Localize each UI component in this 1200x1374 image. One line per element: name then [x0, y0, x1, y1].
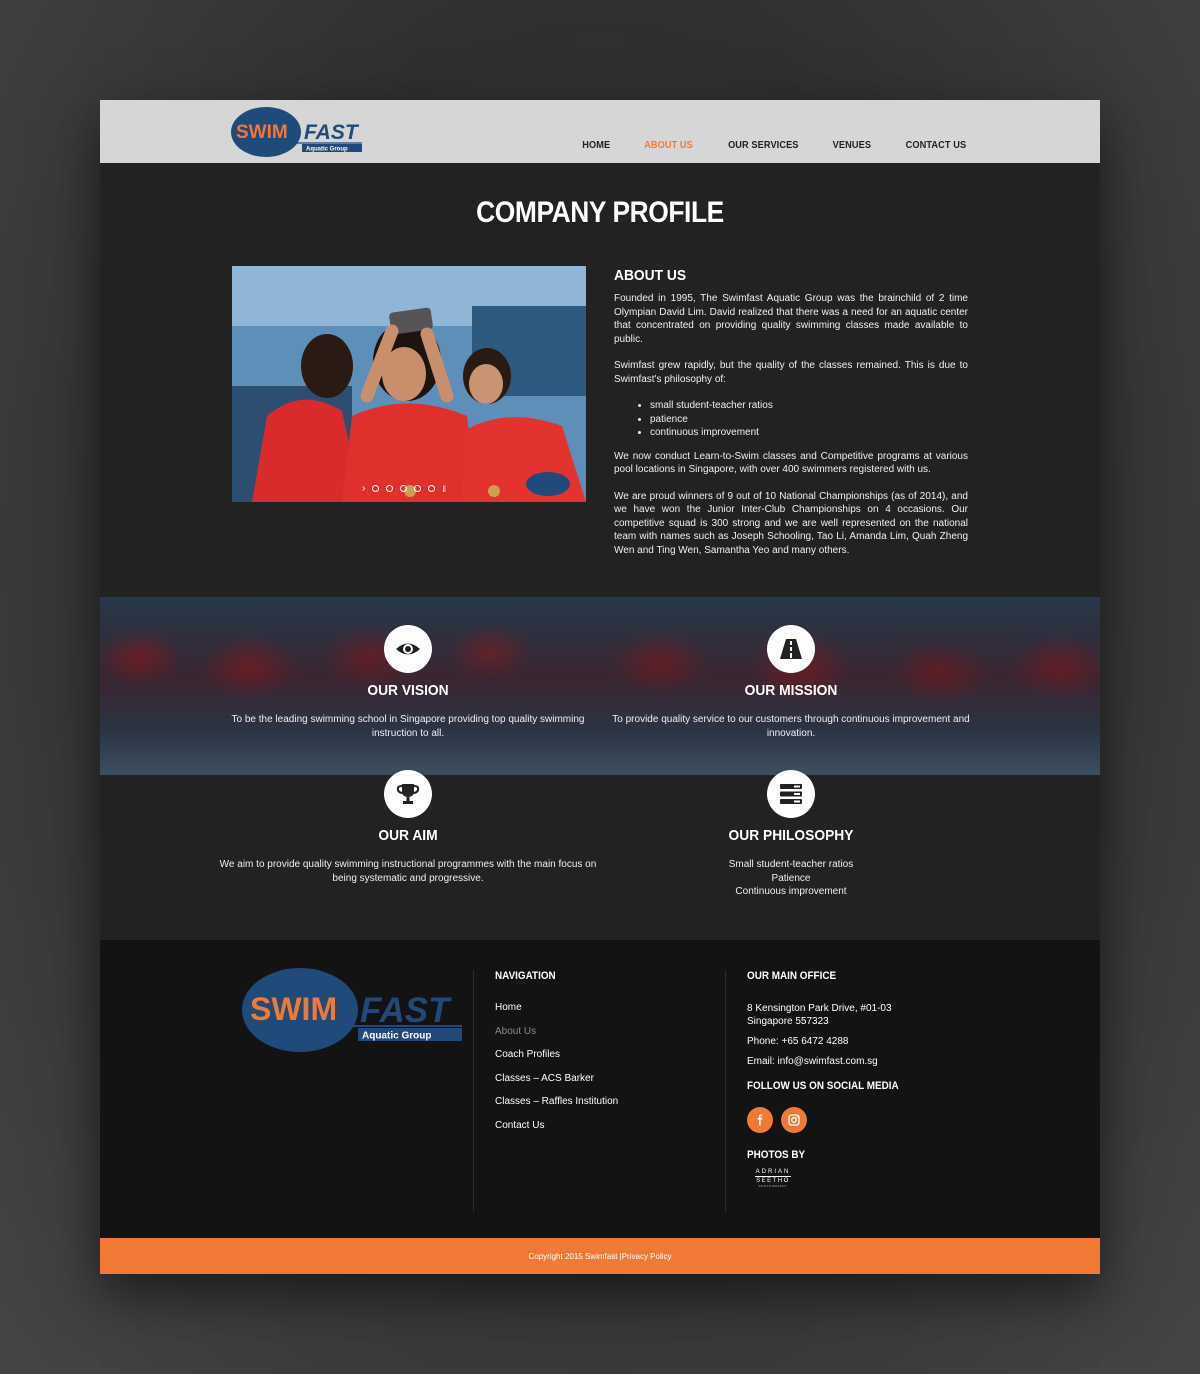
- footer-swimfast-logo[interactable]: SWIM FAST Aquatic Group: [240, 966, 470, 1058]
- eye-icon: [384, 625, 432, 673]
- slider-controls: › ǁ: [362, 483, 446, 494]
- mission-text: To provide quality service to our custom…: [612, 714, 970, 739]
- philosophy-line: Continuous improvement: [735, 886, 847, 897]
- slider-photo: [232, 266, 586, 502]
- copyright-bar: Copyright 2015 Swimfast | Privacy Policy: [100, 1238, 1100, 1274]
- photographer-name-line1: ADRIAN: [755, 1169, 791, 1175]
- footer-office: OUR MAIN OFFICE 8 Kensington Park Drive,…: [725, 970, 915, 1212]
- privacy-policy-link[interactable]: Privacy Policy: [622, 1252, 672, 1261]
- about-paragraph-4: We are proud winners of 9 out of 10 Nati…: [614, 490, 968, 556]
- footer-logo-word-fast: FAST: [360, 991, 452, 1030]
- list-icon: [767, 770, 815, 818]
- philosophy-list: small student-teacher ratios patience co…: [650, 399, 968, 440]
- slider-dot-2[interactable]: [386, 485, 394, 492]
- instagram-icon[interactable]: [781, 1107, 807, 1133]
- office-email[interactable]: Email: info@swimfast.com.sg: [747, 1055, 915, 1068]
- slider-pause-icon[interactable]: ǁ: [442, 484, 446, 494]
- vision-text: To be the leading swimming school in Sin…: [231, 714, 585, 739]
- footer-link-classes-raffles[interactable]: Classes – Raffles Institution: [495, 1096, 618, 1107]
- vision-block: OUR VISION To be the leading swimming sc…: [218, 625, 598, 740]
- address-line-1: 8 Kensington Park Drive, #01-03: [747, 1003, 892, 1014]
- mission-block: OUR MISSION To provide quality service t…: [601, 625, 981, 740]
- image-slider[interactable]: › ǁ: [232, 266, 586, 502]
- slider-dot-4[interactable]: [414, 485, 422, 492]
- nav-home[interactable]: HOME: [583, 140, 611, 151]
- about-paragraph-3: We now conduct Learn-to-Swim classes and…: [614, 450, 968, 476]
- slider-next-icon[interactable]: ›: [362, 483, 365, 494]
- page-title: COMPANY PROFILE: [476, 196, 724, 229]
- swimfast-logo[interactable]: SWIM FAST Aquatic Group: [230, 106, 370, 158]
- browser-page: SWIM FAST Aquatic Group HOME ABOUT US OU…: [100, 100, 1100, 1274]
- footer-link-classes-acs-barker[interactable]: Classes – ACS Barker: [495, 1073, 618, 1084]
- trophy-icon: [384, 770, 432, 818]
- about-paragraph-1: Founded in 1995, The Swimfast Aquatic Gr…: [614, 293, 968, 345]
- footer-link-coach-profiles[interactable]: Coach Profiles: [495, 1049, 618, 1060]
- main-nav: HOME ABOUT US OUR SERVICES VENUES CONTAC…: [581, 140, 969, 151]
- mission-title: OUR MISSION: [744, 682, 838, 699]
- aim-text: We aim to provide quality swimming instr…: [219, 859, 597, 884]
- slider-dot-1[interactable]: [372, 485, 380, 492]
- footer-logo-word-swim: SWIM: [250, 991, 337, 1027]
- about-paragraph-2: Swimfast grew rapidly, but the quality o…: [614, 360, 968, 385]
- nav-about-us[interactable]: ABOUT US: [644, 140, 693, 151]
- facebook-icon[interactable]: [747, 1107, 773, 1133]
- footer-navigation: NAVIGATION Home About Us Coach Profiles …: [473, 970, 618, 1212]
- photos-by-heading: PHOTOS BY: [747, 1149, 806, 1161]
- footer-nav-heading: NAVIGATION: [495, 970, 556, 982]
- site-footer: SWIM FAST Aquatic Group NAVIGATION Home …: [100, 940, 1100, 1238]
- about-us-heading: ABOUT US: [614, 267, 687, 284]
- footer-logo-tagline: Aquatic Group: [362, 1031, 431, 1042]
- photo-watermark-logo: [526, 472, 570, 496]
- road-icon: [767, 625, 815, 673]
- social-heading: FOLLOW US ON SOCIAL MEDIA: [747, 1080, 899, 1092]
- slider-dot-3[interactable]: [400, 485, 408, 492]
- nav-our-services[interactable]: OUR SERVICES: [728, 140, 798, 151]
- copyright-text: Copyright 2015 Swimfast |: [528, 1251, 622, 1261]
- philosophy-block: OUR PHILOSOPHY Small student-teacher rat…: [601, 770, 981, 899]
- site-header: SWIM FAST Aquatic Group HOME ABOUT US OU…: [100, 100, 1100, 163]
- aim-block: OUR AIM We aim to provide quality swimmi…: [218, 770, 598, 885]
- photographer-name-line3: PHOTOGRAPHY: [758, 1184, 788, 1188]
- list-item: continuous improvement: [650, 426, 968, 440]
- office-heading: OUR MAIN OFFICE: [747, 970, 837, 982]
- list-item: small student-teacher ratios: [650, 399, 968, 413]
- address-line-2: Singapore 557323: [747, 1016, 829, 1027]
- list-item: patience: [650, 413, 968, 427]
- office-phone[interactable]: Phone: +65 6472 4288: [747, 1035, 915, 1048]
- philosophy-line: Patience: [771, 872, 811, 884]
- about-us-section: ABOUT US Founded in 1995, The Swimfast A…: [614, 267, 968, 570]
- logo-word-fast: FAST: [304, 121, 360, 144]
- logo-tagline: Aquatic Group: [306, 147, 348, 153]
- footer-link-home[interactable]: Home: [495, 1002, 618, 1013]
- nav-venues[interactable]: VENUES: [833, 140, 871, 151]
- philosophy-title: OUR PHILOSOPHY: [728, 827, 854, 844]
- photographer-logo[interactable]: ADRIAN SEETHO PHOTOGRAPHY: [747, 1169, 799, 1188]
- vision-title: OUR VISION: [367, 682, 449, 699]
- aim-title: OUR AIM: [378, 827, 438, 844]
- social-links: [747, 1107, 915, 1133]
- philosophy-line: Small student-teacher ratios: [728, 859, 854, 870]
- footer-link-about-us[interactable]: About Us: [495, 1026, 618, 1037]
- slider-dot-5[interactable]: [428, 485, 436, 492]
- footer-link-contact-us[interactable]: Contact Us: [495, 1120, 618, 1131]
- nav-contact-us[interactable]: CONTACT US: [906, 140, 967, 151]
- logo-word-swim: SWIM: [236, 122, 288, 143]
